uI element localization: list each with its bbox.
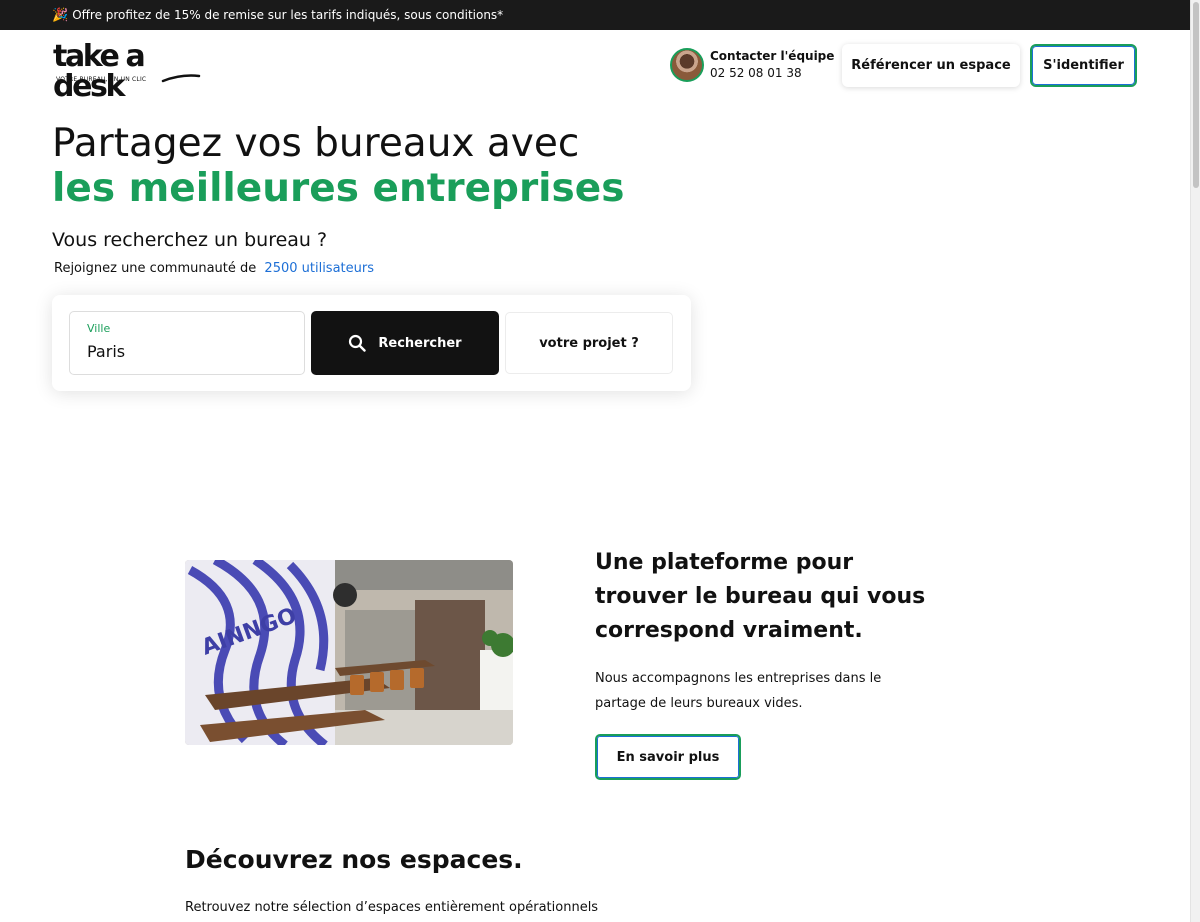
logo-swoosh-icon xyxy=(161,74,201,83)
discover-description: Retrouvez notre sélection d’espaces enti… xyxy=(185,900,599,915)
hero-title-line1: Partagez vos bureaux avec xyxy=(52,121,580,166)
page-scrollbar[interactable] xyxy=(1190,0,1200,922)
users-count-link[interactable]: 2500 utilisateurs xyxy=(264,261,374,276)
list-space-button[interactable]: Référencer un espace xyxy=(842,44,1020,87)
login-button[interactable]: S'identifier xyxy=(1030,44,1137,87)
contact-team[interactable]: Contacter l'équipe 02 52 08 01 38 xyxy=(670,48,834,82)
search-button-label: Rechercher xyxy=(378,335,462,351)
promo-bar: 🎉 Offre profitez de 15% de remise sur le… xyxy=(0,0,1190,30)
search-card: Ville Rechercher votre projet ? xyxy=(52,295,691,391)
project-button[interactable]: votre projet ? xyxy=(505,312,673,374)
promo-text: Offre profitez de 15% de remise sur les … xyxy=(72,8,504,22)
hero-join: Rejoignez une communauté de 2500 utilisa… xyxy=(54,261,374,276)
city-input[interactable] xyxy=(87,342,287,361)
contact-title: Contacter l'équipe xyxy=(710,49,835,63)
party-popper-icon: 🎉 xyxy=(52,7,69,23)
city-label: Ville xyxy=(87,322,111,335)
avatar xyxy=(670,48,704,82)
learn-more-button[interactable]: En savoir plus xyxy=(595,734,741,780)
coworking-image: AINNGO xyxy=(185,560,513,745)
site-logo[interactable]: take a desk VOTRE BUREAU, EN UN CLIC xyxy=(53,42,203,102)
hero-title: Partagez vos bureaux avec les meilleures… xyxy=(52,121,624,211)
platform-title: Une plateforme pour trouver le bureau qu… xyxy=(595,550,926,643)
scrollbar-thumb[interactable] xyxy=(1193,2,1199,188)
platform-description: Nous accompagnons les entreprises dans l… xyxy=(595,671,882,711)
hero-subtitle: Vous recherchez un bureau ? xyxy=(52,229,328,251)
join-text: Rejoignez une communauté de xyxy=(54,261,257,276)
city-field[interactable]: Ville xyxy=(69,311,305,375)
discover-title: Découvrez nos espaces. xyxy=(185,845,523,874)
logo-tagline: VOTRE BUREAU, EN UN CLIC xyxy=(56,76,147,83)
contact-phone[interactable]: 02 52 08 01 38 xyxy=(710,65,834,82)
search-icon xyxy=(349,334,367,352)
search-button[interactable]: Rechercher xyxy=(311,311,499,375)
hero-title-line2: les meilleures entreprises xyxy=(52,166,625,211)
svg-text:WAOUP: WAOUP xyxy=(703,268,758,283)
